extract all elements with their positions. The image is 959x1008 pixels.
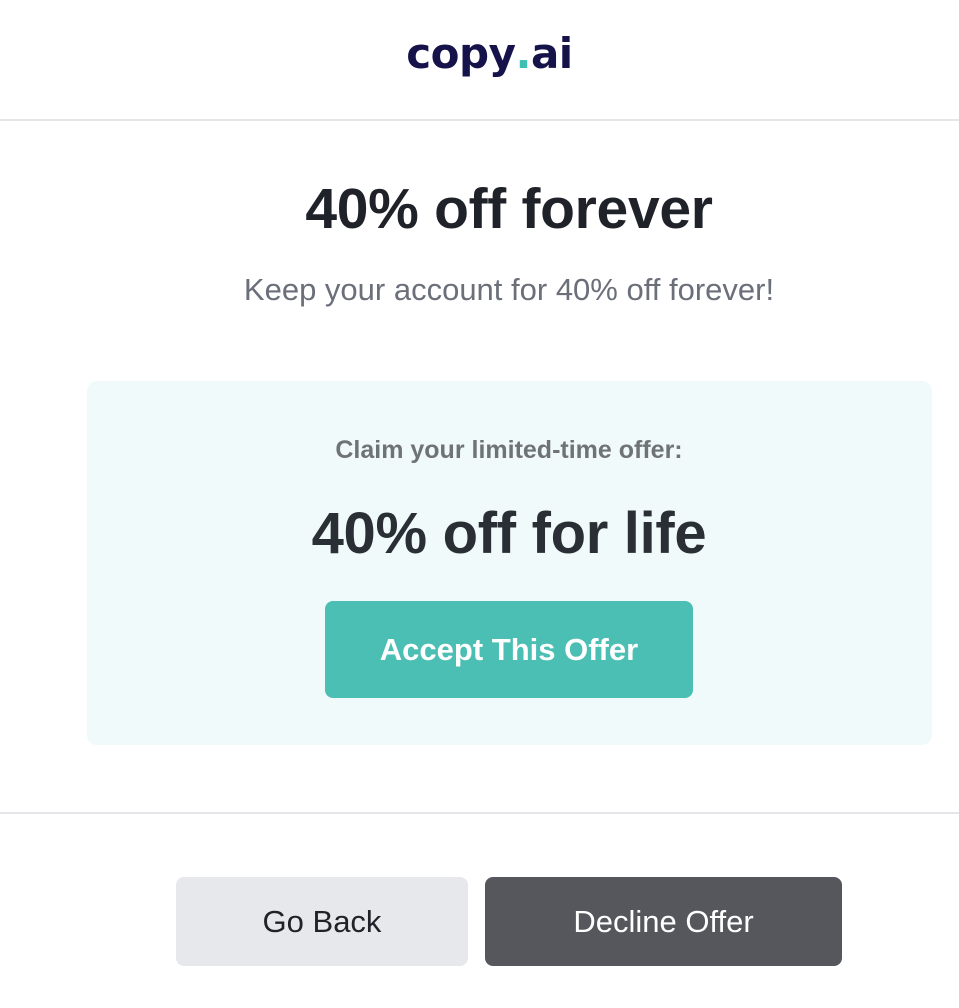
logo-text-ai: ai — [530, 28, 573, 78]
accept-offer-button[interactable]: Accept This Offer — [325, 601, 693, 698]
page-title: 40% off forever — [305, 177, 713, 241]
footer-divider — [0, 812, 959, 814]
claim-offer-label: Claim your limited-time offer: — [335, 436, 683, 464]
header-divider — [0, 119, 959, 121]
logo-text-copy: copy — [406, 28, 516, 78]
decline-offer-button[interactable]: Decline Offer — [485, 877, 842, 966]
page-subtitle: Keep your account for 40% off forever! — [243, 272, 775, 307]
offer-headline: 40% off for life — [311, 501, 707, 566]
header: copy. ai — [0, 0, 959, 120]
go-back-button[interactable]: Go Back — [176, 877, 468, 966]
logo-dot: . — [515, 28, 531, 78]
copy-ai-logo: copy. ai — [406, 28, 573, 78]
